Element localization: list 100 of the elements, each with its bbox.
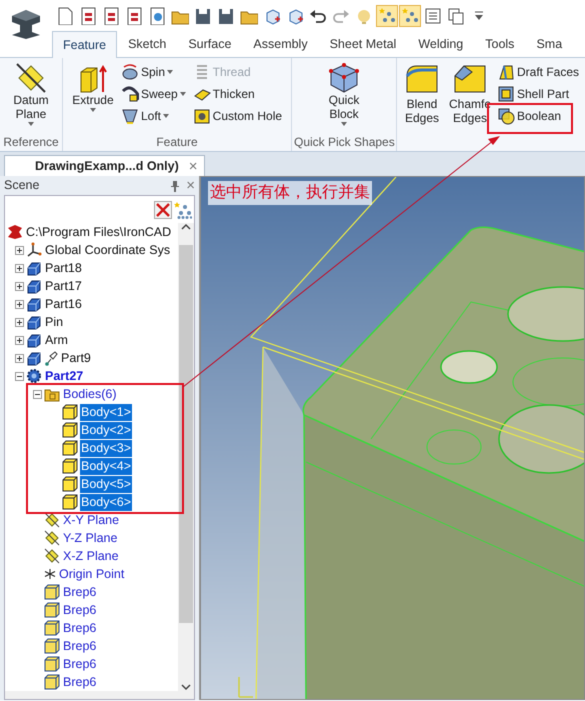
cube-icon bbox=[62, 422, 78, 438]
cube-icon bbox=[44, 656, 60, 672]
panel-title: Scene bbox=[4, 177, 40, 194]
expand-icon[interactable] bbox=[15, 336, 24, 344]
tree-item[interactable]: Pin bbox=[44, 314, 64, 330]
tree-item[interactable]: Brep6 bbox=[62, 584, 98, 600]
save-icon bbox=[194, 7, 212, 25]
cube-icon bbox=[62, 458, 78, 474]
ribbon-button[interactable]: Blend Edges bbox=[399, 61, 445, 133]
ribbon-button[interactable]: Extrude bbox=[70, 61, 116, 133]
ribbon-button[interactable]: Sweep bbox=[118, 83, 188, 104]
redo-icon bbox=[332, 7, 350, 25]
hierarchy-icon bbox=[401, 7, 419, 25]
expand-icon[interactable] bbox=[15, 300, 24, 308]
tree-item[interactable]: Brep6 bbox=[62, 638, 98, 654]
ribbon-button[interactable]: Thicken bbox=[190, 83, 284, 104]
ribbon-tab[interactable]: Tools bbox=[474, 30, 526, 57]
document-icon bbox=[125, 7, 143, 25]
tree-item[interactable]: Brep6 bbox=[62, 656, 98, 672]
list-icon bbox=[424, 7, 442, 25]
cube-icon bbox=[328, 62, 360, 94]
tree-item[interactable]: Body<2> bbox=[80, 422, 132, 438]
pin-icon[interactable] bbox=[170, 180, 180, 192]
caret-icon bbox=[162, 114, 169, 118]
plane-icon bbox=[44, 530, 60, 546]
tree-item[interactable]: Body<5> bbox=[80, 476, 132, 492]
ribbon-tab[interactable]: Surface bbox=[177, 30, 242, 57]
ribbon-button[interactable]: Datum Plane bbox=[8, 61, 54, 133]
tree-item[interactable]: C:\Program Files\IronCAD bbox=[25, 224, 172, 240]
ribbon-button[interactable]: Quick Block bbox=[321, 61, 367, 133]
cube-icon bbox=[44, 602, 60, 618]
document-icon bbox=[79, 7, 97, 25]
ribbon-button[interactable]: Shell Part bbox=[495, 83, 582, 104]
tree-item[interactable]: X-Y Plane bbox=[62, 512, 120, 528]
tree-item[interactable]: Brep6 bbox=[62, 620, 98, 636]
close-button[interactable]: × bbox=[188, 158, 198, 174]
ribbon-tab[interactable]: Assembly bbox=[242, 30, 319, 57]
expand-icon[interactable] bbox=[15, 282, 24, 290]
expand-icon[interactable] bbox=[15, 318, 24, 326]
ribbon-tab[interactable]: Sma bbox=[525, 30, 574, 57]
collapse-icon[interactable] bbox=[15, 372, 24, 380]
document-tab[interactable]: DrawingExamp...d Only) × bbox=[4, 155, 205, 176]
block-icon bbox=[26, 260, 42, 276]
ribbon-button[interactable]: Spin bbox=[118, 61, 188, 82]
close-button[interactable]: × bbox=[186, 178, 195, 193]
tree-item[interactable]: Part18 bbox=[44, 260, 83, 276]
cube-icon bbox=[44, 674, 60, 690]
tree-item[interactable]: Body<3> bbox=[80, 440, 132, 456]
scrollbar[interactable] bbox=[178, 223, 194, 691]
ribbon-tab[interactable]: Welding bbox=[407, 30, 474, 57]
tree-item[interactable]: Part16 bbox=[44, 296, 83, 312]
tree-item[interactable]: Brep6 bbox=[62, 674, 98, 690]
draft-icon bbox=[497, 62, 515, 80]
tree-item[interactable]: Part9 bbox=[60, 350, 92, 366]
scroll-up-icon[interactable] bbox=[181, 223, 191, 231]
ribbon-button[interactable]: Boolean bbox=[495, 105, 582, 126]
caret-icon bbox=[90, 108, 96, 112]
tree-item[interactable]: Arm bbox=[44, 332, 69, 348]
tree-item[interactable]: Global Coordinate Sys bbox=[44, 242, 172, 258]
tree-item[interactable]: Y-Z Plane bbox=[62, 530, 118, 546]
hierarchy-icon[interactable] bbox=[174, 200, 192, 218]
caret-icon bbox=[28, 122, 34, 126]
save-icon bbox=[217, 7, 235, 25]
tree-item[interactable]: X-Z Plane bbox=[62, 548, 120, 564]
asterisk-icon bbox=[44, 568, 56, 580]
spin-icon bbox=[120, 62, 139, 80]
tree-item[interactable]: Body<6> bbox=[80, 494, 132, 510]
cube-icon bbox=[44, 638, 60, 654]
ribbon-tab[interactable]: Feature bbox=[52, 31, 118, 58]
sweep-icon bbox=[120, 84, 139, 102]
ribbon-button[interactable]: Chamfe Edges bbox=[447, 61, 493, 133]
ribbon-tab[interactable]: Sheet Metal bbox=[318, 30, 408, 57]
expand-icon[interactable] bbox=[15, 354, 24, 362]
tree-item[interactable]: Bodies(6) bbox=[62, 386, 118, 402]
tree-item[interactable]: Origin Point bbox=[58, 566, 126, 582]
scroll-down-icon[interactable] bbox=[181, 683, 191, 691]
delete-icon[interactable] bbox=[154, 200, 172, 218]
ribbon-button[interactable]: Draft Faces bbox=[495, 61, 582, 82]
tree-item[interactable]: Brep6 bbox=[62, 602, 98, 618]
ribbon-tab[interactable]: Sketch bbox=[117, 30, 178, 57]
collapse-icon[interactable] bbox=[33, 390, 42, 398]
scrollbar[interactable] bbox=[5, 691, 194, 699]
ribbon-button[interactable]: Loft bbox=[118, 105, 188, 126]
tree-item[interactable]: Body<4> bbox=[80, 458, 132, 474]
bulb-icon bbox=[355, 7, 373, 25]
loft-icon bbox=[120, 106, 139, 124]
annotation-text: 选中所有体，执行并集 bbox=[208, 181, 372, 205]
block-icon bbox=[26, 332, 42, 348]
hole-icon bbox=[192, 106, 211, 124]
ribbon-button[interactable]: Custom Hole bbox=[190, 105, 284, 126]
plane-icon bbox=[44, 512, 60, 528]
tree-item[interactable]: Part27 bbox=[44, 368, 84, 384]
gear-icon bbox=[26, 368, 42, 384]
group-label: Feature bbox=[155, 134, 199, 151]
block-icon bbox=[26, 296, 42, 312]
expand-icon[interactable] bbox=[15, 246, 24, 254]
tree-item[interactable]: Body<1> bbox=[80, 404, 132, 420]
plane-icon bbox=[15, 62, 47, 94]
tree-item[interactable]: Part17 bbox=[44, 278, 83, 294]
expand-icon[interactable] bbox=[15, 264, 24, 272]
